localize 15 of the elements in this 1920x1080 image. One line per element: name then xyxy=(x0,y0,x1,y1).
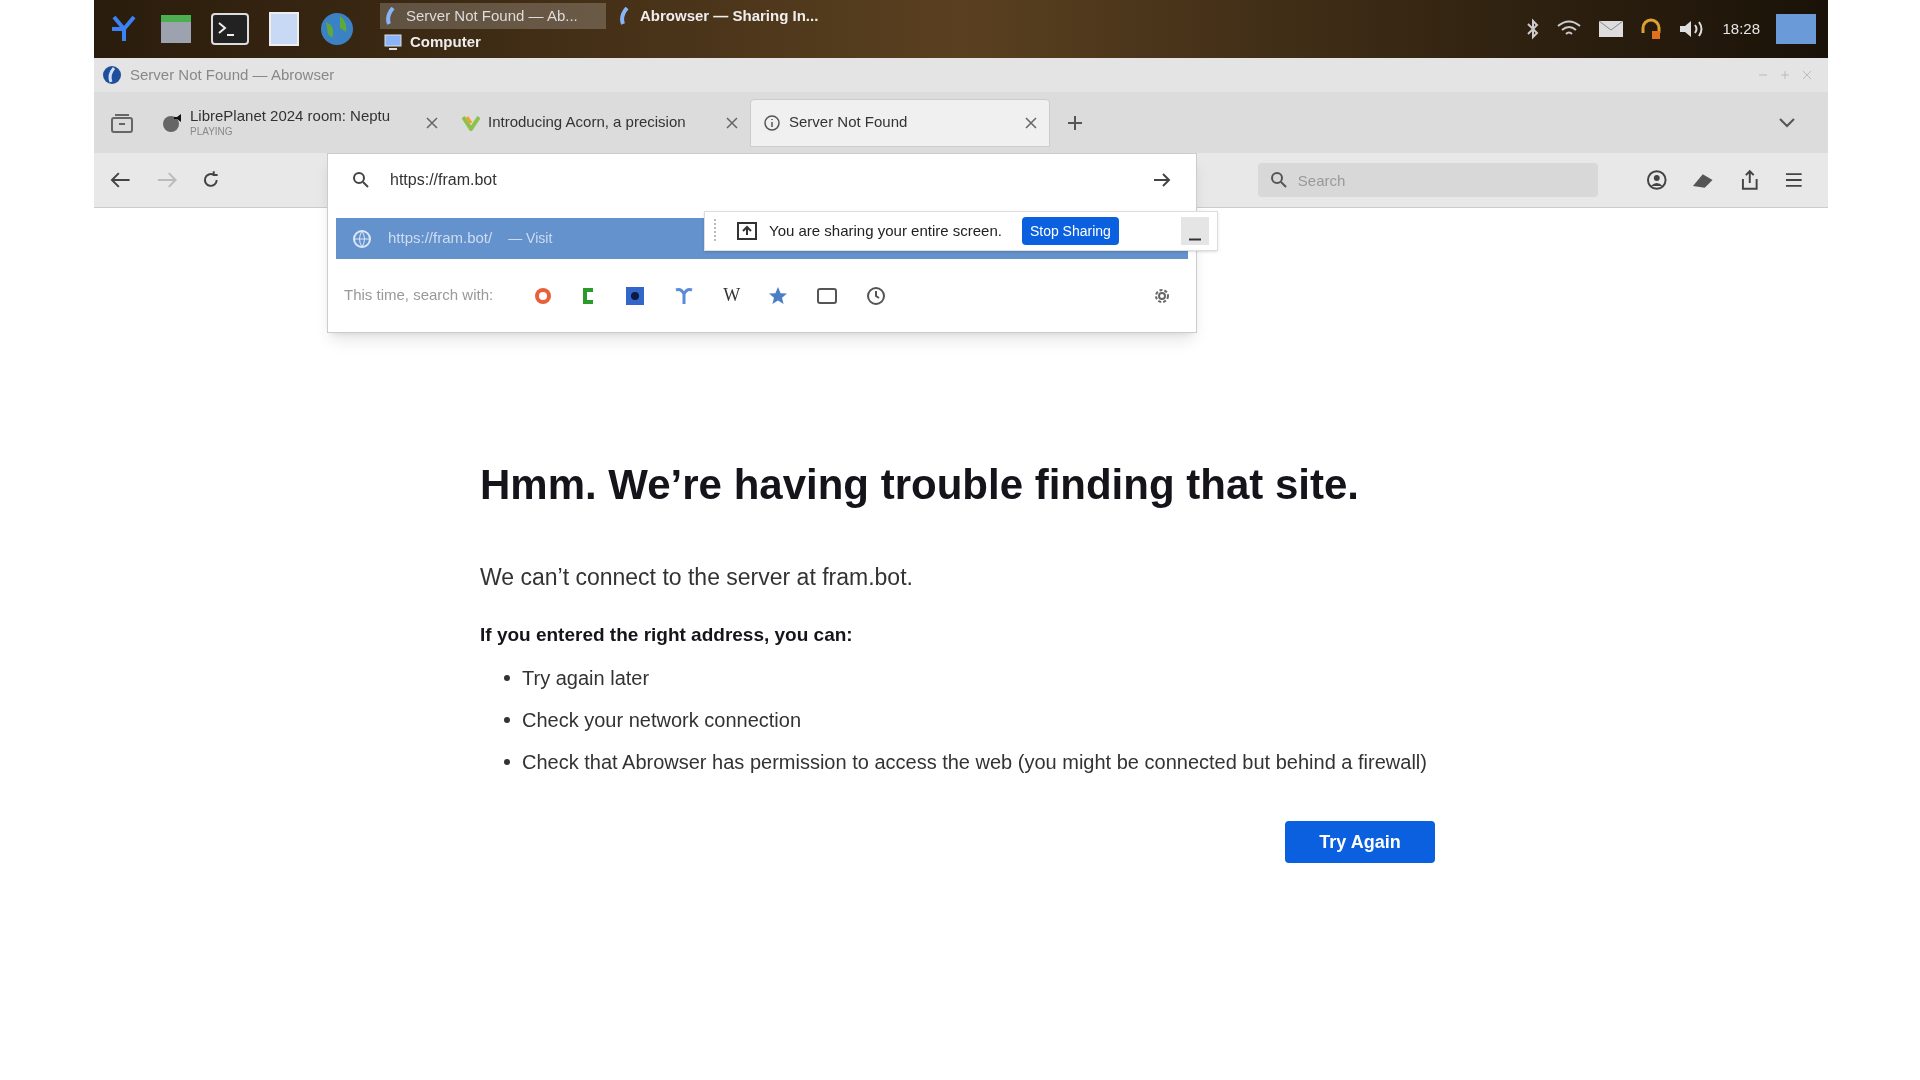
error-message: We can’t connect to the server at fram.bot. xyxy=(480,563,914,592)
suggestion-url: https://fram.bot/ xyxy=(388,228,493,249)
tab-title: LibrePlanet 2024 room: Neptu xyxy=(190,106,392,126)
sharing-message: You are sharing your entire screen. xyxy=(769,220,1002,241)
window-title: Server Not Found — Abrowser xyxy=(130,64,335,85)
tab-title: Server Not Found xyxy=(789,113,909,132)
tab-title: Introducing Acorn, a precision xyxy=(488,113,687,132)
tab-status: PLAYING xyxy=(190,125,234,139)
suggestions-heading: If you entered the right address, you can: xyxy=(480,622,854,647)
error-heading: Hmm. We’re having trouble finding that site. xyxy=(480,460,1360,510)
search-with-label: This time, search with: xyxy=(344,285,494,306)
suggestion-item: Check your network connection xyxy=(522,708,802,733)
suggestion-item: Try again later xyxy=(522,666,650,691)
suggestion-action: — Visit xyxy=(508,229,553,248)
suggestion-item: Check that Abrowser has permission to access the web (you might be connected but behind a firewall) xyxy=(522,750,1427,775)
